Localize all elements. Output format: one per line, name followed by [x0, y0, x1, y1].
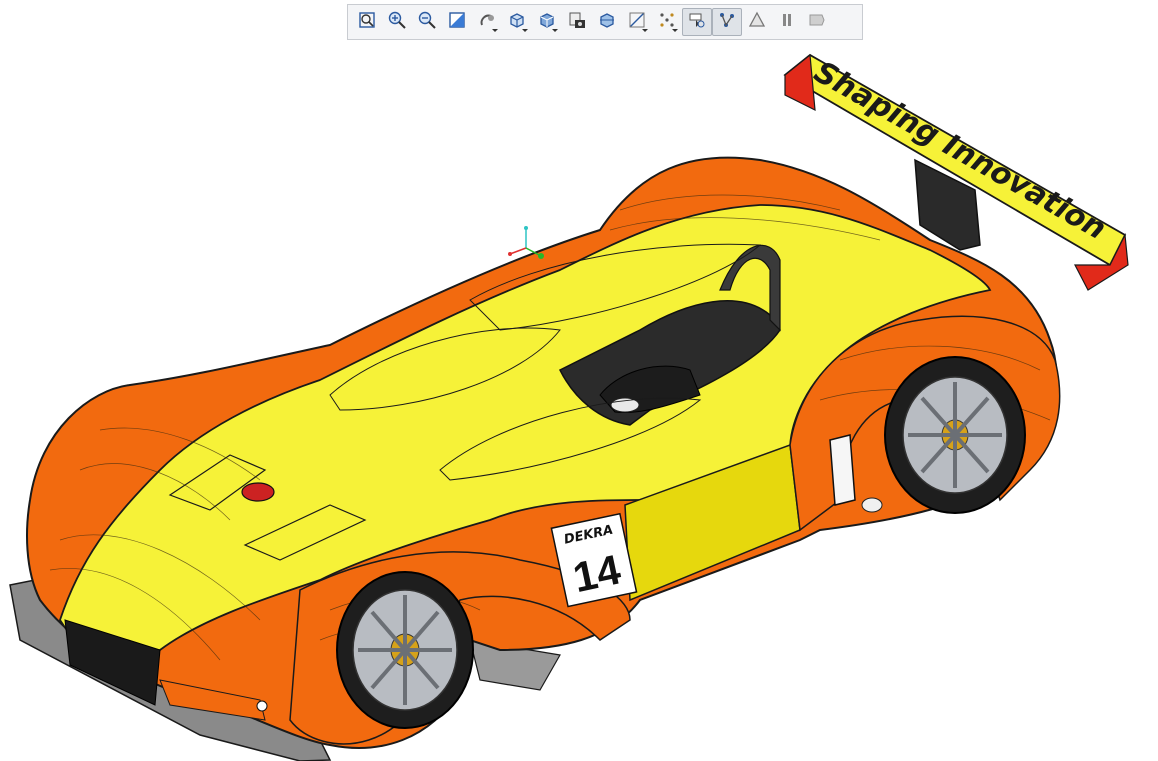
zoom-out-button[interactable] — [412, 8, 442, 36]
exit-view-button[interactable] — [802, 8, 832, 36]
zoom-area-button[interactable] — [352, 8, 382, 36]
zoom-in-icon — [387, 10, 407, 35]
side-vent — [829, 434, 856, 506]
zoom-area-icon — [357, 10, 377, 35]
pause-button[interactable] — [772, 8, 802, 36]
rotate-view-button[interactable] — [472, 8, 502, 36]
render-mode-icon — [747, 10, 767, 35]
coordinate-triad — [508, 226, 544, 259]
dropdown-arrow-icon[interactable] — [522, 29, 528, 32]
render-mode-button[interactable] — [742, 8, 772, 36]
3d-viewport[interactable]: DEKRA 14 Shaping Innovation — [0, 44, 1158, 761]
side-mirror — [861, 497, 883, 513]
dropdown-arrow-icon[interactable] — [642, 29, 648, 32]
selection-filter-button[interactable] — [682, 8, 712, 36]
fog-light — [256, 700, 268, 712]
rear-wheel — [884, 356, 1026, 514]
snapshot-camera-button[interactable] — [562, 8, 592, 36]
zoom-out-icon — [417, 10, 437, 35]
car-model: DEKRA 14 Shaping Innovation — [9, 53, 1129, 761]
view-toolbar — [347, 4, 863, 40]
snapshot-camera-icon — [567, 10, 587, 35]
selection-filter-icon — [687, 10, 707, 35]
section-view-button[interactable] — [592, 8, 622, 36]
exit-view-icon — [807, 10, 827, 35]
show-constraints-icon — [717, 10, 737, 35]
zoom-in-button[interactable] — [382, 8, 412, 36]
pause-icon — [777, 10, 797, 35]
fuel-cap — [241, 482, 275, 502]
dropdown-arrow-icon[interactable] — [552, 29, 558, 32]
sketch-plane-button[interactable] — [622, 8, 652, 36]
dropdown-arrow-icon[interactable] — [492, 29, 498, 32]
fit-view-icon — [447, 10, 467, 35]
display-style-button[interactable] — [532, 8, 562, 36]
fit-view-button[interactable] — [442, 8, 472, 36]
dropdown-arrow-icon[interactable] — [672, 29, 678, 32]
section-view-icon — [597, 10, 617, 35]
show-relations-button[interactable] — [652, 8, 682, 36]
view-orientation-button[interactable] — [502, 8, 532, 36]
show-constraints-button[interactable] — [712, 8, 742, 36]
front-wheel — [336, 571, 474, 729]
